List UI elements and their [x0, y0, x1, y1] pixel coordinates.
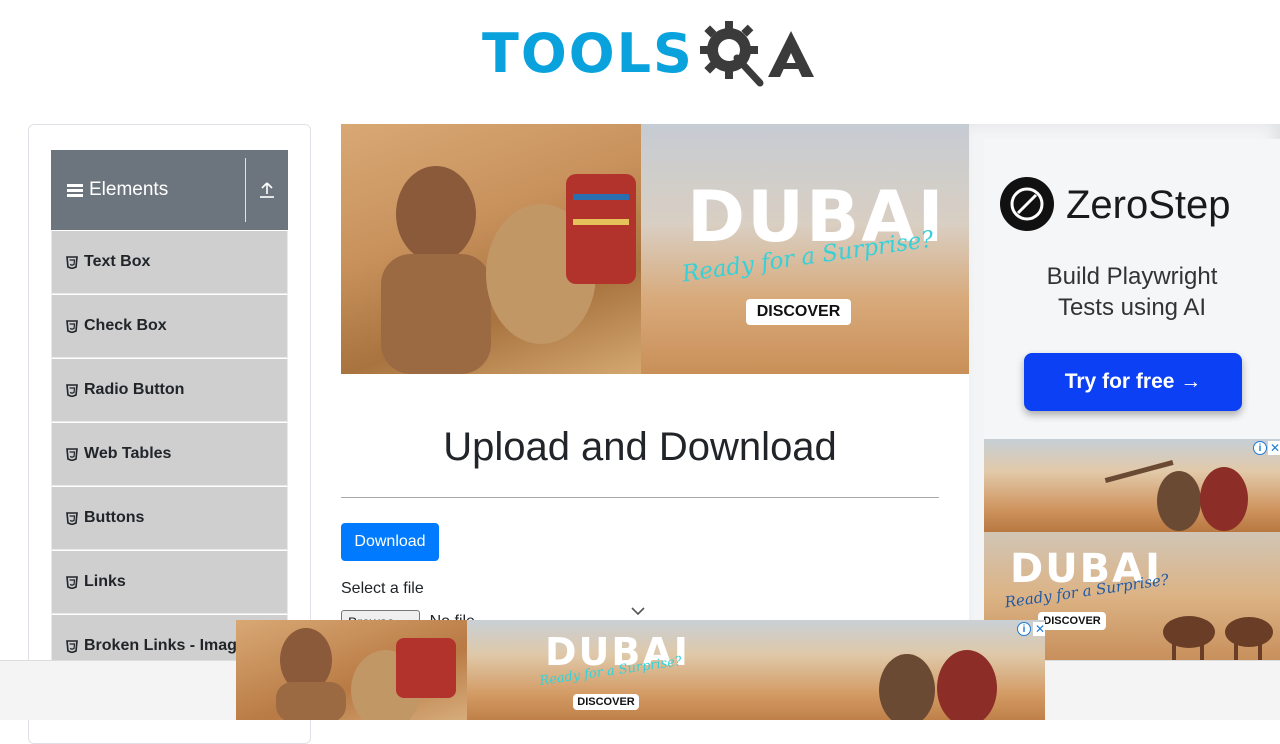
sidebar-item-check-box[interactable]: Check Box — [51, 294, 288, 358]
upload-arrow-icon — [260, 182, 274, 198]
zerostep-ad[interactable]: ZeroStep Build Playwright Tests using AI… — [984, 139, 1280, 439]
collapse-toggle[interactable] — [246, 150, 288, 230]
sidebar-item-links[interactable]: Links — [51, 550, 288, 614]
ad-discover-button[interactable]: DISCOVER — [746, 299, 851, 325]
html5-icon — [66, 319, 78, 333]
page-title: Upload and Download — [443, 425, 837, 469]
ad-info-icon[interactable]: i — [1253, 441, 1267, 455]
logo-text: TOOLS — [482, 22, 694, 85]
toolsqa-logo[interactable]: TOOLS — [482, 16, 816, 92]
sidebar-item-radio-button[interactable]: Radio Button — [51, 358, 288, 422]
html5-icon — [66, 575, 78, 589]
sidebar-item-label: Links — [84, 573, 126, 590]
site-header: TOOLS — [0, 0, 1280, 110]
ad-close-icon[interactable]: ✕ — [1033, 622, 1045, 636]
sidebar-item-label: Text Box — [84, 253, 151, 270]
ad-info-icon[interactable]: i — [1017, 622, 1031, 636]
bottom-ad-photo-camel — [236, 620, 467, 720]
elements-group-header[interactable]: Elements — [51, 150, 288, 230]
menu-icon — [67, 182, 83, 199]
sidebar-item-label: Radio Button — [84, 381, 185, 398]
couple-desert-image — [1104, 460, 1248, 531]
side-ad-photo[interactable]: i ✕ — [984, 439, 1280, 532]
group-title-label: Elements — [89, 179, 169, 200]
bottom-discover-button[interactable]: DISCOVER — [573, 694, 639, 710]
header-divider — [245, 158, 246, 222]
html5-icon — [66, 639, 78, 653]
zerostep-name: ZeroStep — [1066, 183, 1231, 227]
sidebar-item-label: Buttons — [84, 509, 145, 526]
bottom-ad-desert: DUBAI Ready for a Surprise? DISCOVER i ✕ — [467, 620, 1045, 720]
sidebar-item-web-tables[interactable]: Web Tables — [51, 422, 288, 486]
bottom-dubai-ad[interactable]: DUBAI Ready for a Surprise? DISCOVER i ✕ — [236, 620, 1045, 720]
html5-icon — [66, 255, 78, 269]
ad-photo-camel — [341, 124, 641, 374]
html5-icon — [66, 383, 78, 397]
camels-image — [1163, 616, 1273, 660]
chevron-down-icon[interactable] — [630, 603, 646, 619]
html5-icon — [66, 447, 78, 461]
elements-menu: Text Box Check Box Radio Button Web Tabl… — [51, 230, 288, 678]
title-divider — [341, 497, 939, 498]
sidebar-item-buttons[interactable]: Buttons — [51, 486, 288, 550]
zerostep-tagline: Build Playwright Tests using AI — [1046, 263, 1218, 321]
html5-icon — [66, 511, 78, 525]
zerostep-logo-icon — [1000, 177, 1054, 231]
ad-desert-panel: DUBAI Ready for a Surprise? DISCOVER — [641, 124, 969, 374]
download-button[interactable]: Download — [341, 523, 439, 561]
sidebar-item-label: Web Tables — [84, 445, 172, 462]
camel-selfie-image — [276, 628, 456, 720]
camel-selfie-image — [381, 166, 636, 374]
dubai-banner-ad[interactable]: DUBAI Ready for a Surprise? DISCOVER — [341, 124, 969, 374]
try-for-free-button[interactable]: Try for free → — [1024, 353, 1242, 411]
select-file-label: Select a file — [341, 580, 424, 597]
ad-close-icon[interactable]: ✕ — [1268, 441, 1280, 455]
logo-letter-a — [767, 31, 814, 77]
couple-desert-image — [879, 650, 997, 720]
sidebar-item-text-box[interactable]: Text Box — [51, 230, 288, 294]
side-discover-button[interactable]: DISCOVER — [1038, 612, 1106, 630]
gear-search-icon — [699, 21, 764, 87]
sidebar-item-label: Broken Links - Images — [84, 637, 255, 654]
sidebar-item-label: Check Box — [84, 317, 167, 334]
group-title: Elements — [51, 179, 245, 201]
